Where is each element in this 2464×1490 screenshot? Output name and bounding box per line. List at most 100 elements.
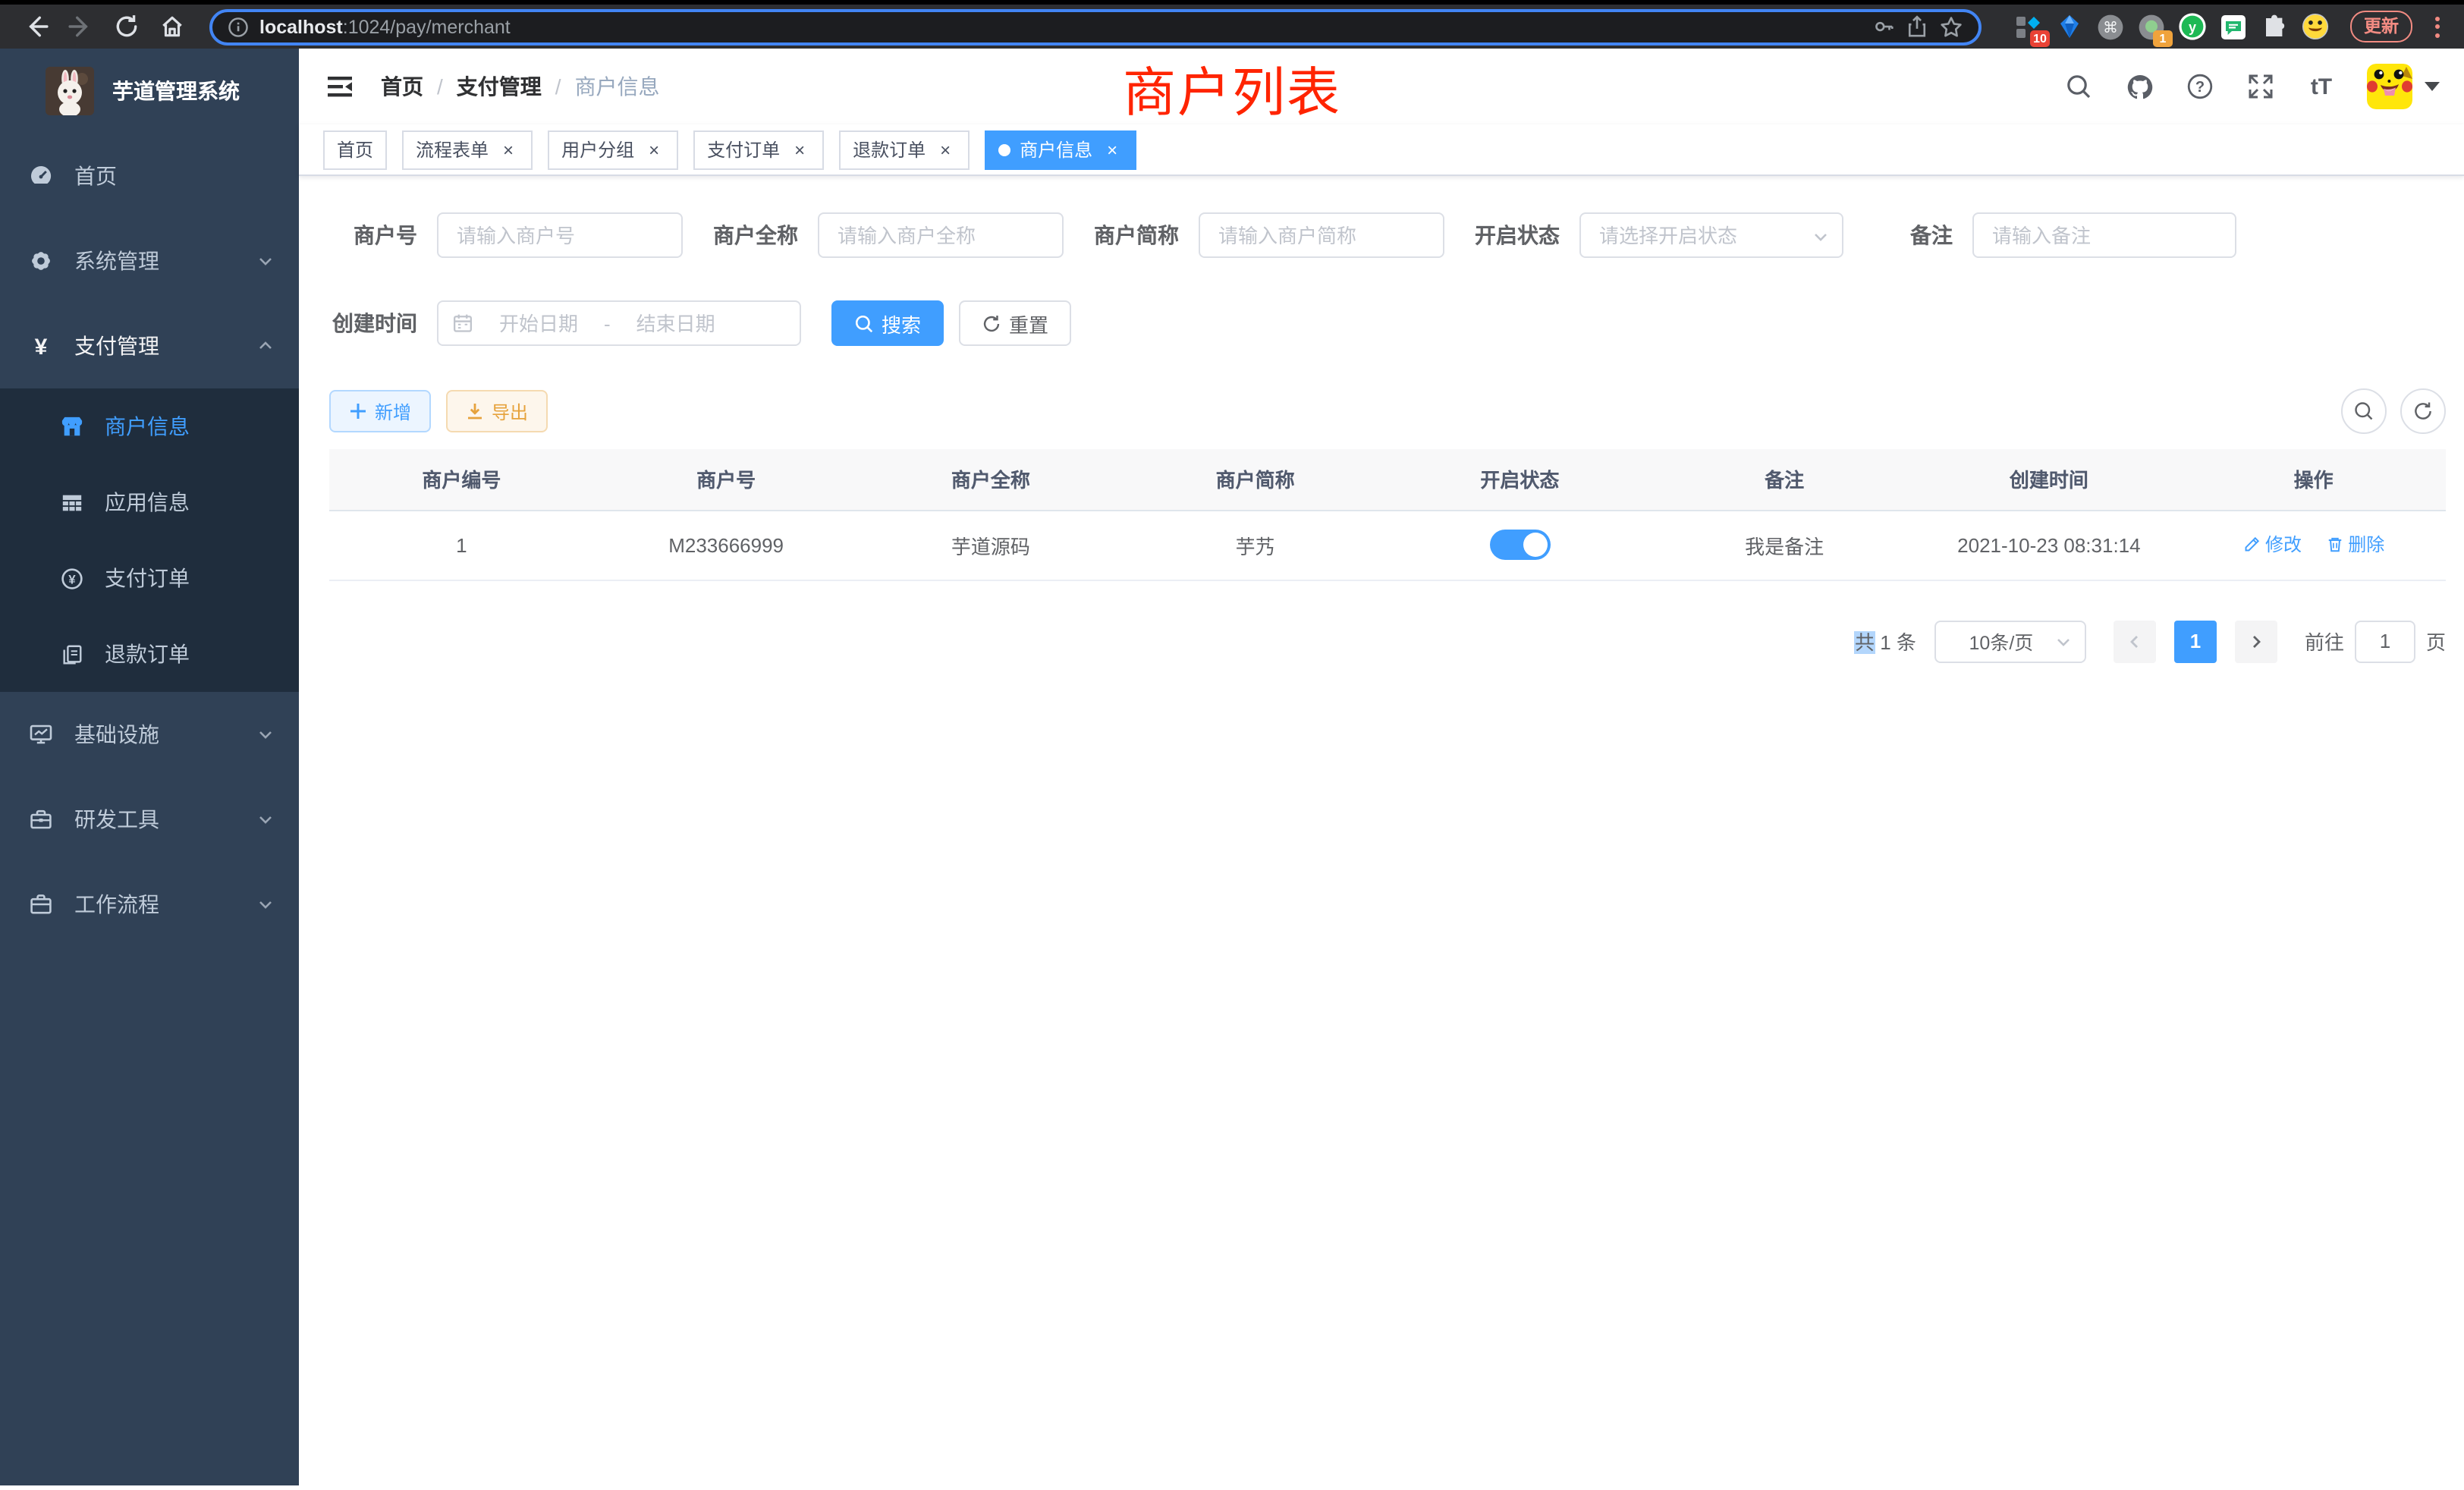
- tab-pay-order[interactable]: 支付订单×: [693, 130, 824, 169]
- browser-forward-icon[interactable]: [61, 8, 100, 45]
- field-label: 商户简称: [1094, 220, 1179, 250]
- close-icon[interactable]: ×: [935, 139, 956, 160]
- tab-refund-order[interactable]: 退款订单×: [839, 130, 970, 169]
- full-name-input[interactable]: [818, 212, 1064, 258]
- share-icon[interactable]: [1906, 15, 1928, 38]
- status-select[interactable]: [1579, 212, 1843, 258]
- tab-process-form[interactable]: 流程表单×: [402, 130, 533, 169]
- col-create-time: 创建时间: [1917, 449, 2182, 510]
- page-size-value[interactable]: [1934, 620, 2086, 662]
- next-page-button[interactable]: [2235, 620, 2277, 662]
- search-button-label: 搜索: [882, 309, 921, 338]
- field-short-name: 商户简称: [1094, 212, 1444, 258]
- prev-page-button[interactable]: [2114, 620, 2156, 662]
- short-name-input[interactable]: [1199, 212, 1444, 258]
- sidebar: 芋道管理系统 首页 系统管理 ¥ 支付管理: [0, 49, 299, 1485]
- site-info-icon[interactable]: [228, 16, 249, 37]
- monitor-chart-icon: [29, 722, 53, 747]
- extension-status-dot-icon[interactable]: 1: [2138, 13, 2165, 40]
- password-key-icon[interactable]: [1872, 15, 1895, 38]
- svg-text:¥: ¥: [68, 571, 76, 586]
- sidebar-item-home[interactable]: 首页: [0, 134, 299, 218]
- sidebar-item-pay-order[interactable]: ¥ 支付订单: [0, 540, 299, 616]
- edit-link[interactable]: 修改: [2242, 532, 2302, 558]
- sidebar-item-refund-order[interactable]: 退款订单: [0, 616, 299, 692]
- delete-link[interactable]: 删除: [2325, 532, 2384, 558]
- extension-y-icon[interactable]: y: [2179, 13, 2206, 40]
- sidebar-fold-icon[interactable]: [323, 70, 357, 103]
- goto-page-input[interactable]: [2355, 620, 2415, 662]
- sidebar-item-label: 支付订单: [105, 563, 190, 593]
- tab-label: 首页: [337, 137, 373, 162]
- sidebar-item-devtools[interactable]: 研发工具: [0, 777, 299, 862]
- app-logo[interactable]: 芋道管理系统: [0, 49, 299, 134]
- search-button[interactable]: 搜索: [831, 300, 944, 346]
- bookmark-star-icon[interactable]: [1939, 14, 1963, 39]
- chevron-down-icon: [256, 252, 275, 270]
- page-number-active[interactable]: 1: [2174, 620, 2217, 662]
- toggle-search-button[interactable]: [2341, 388, 2387, 434]
- refresh-button[interactable]: [2400, 388, 2446, 434]
- date-range-picker[interactable]: -: [437, 300, 801, 346]
- breadcrumb-home[interactable]: 首页: [381, 71, 423, 102]
- remark-input[interactable]: [1972, 212, 2236, 258]
- github-icon[interactable]: [2124, 71, 2154, 102]
- sidebar-item-system[interactable]: 系统管理: [0, 218, 299, 303]
- browser-reload-icon[interactable]: [106, 8, 146, 45]
- breadcrumb-pay[interactable]: 支付管理: [457, 71, 542, 102]
- sidebar-item-pay[interactable]: ¥ 支付管理: [0, 303, 299, 388]
- user-menu[interactable]: [2367, 64, 2440, 109]
- browser-menu-icon[interactable]: [2425, 11, 2449, 42]
- status-toggle[interactable]: [1489, 530, 1550, 560]
- font-size-icon[interactable]: tT: [2306, 71, 2337, 102]
- status-select-input[interactable]: [1579, 212, 1843, 258]
- close-icon[interactable]: ×: [1102, 139, 1123, 160]
- avatar[interactable]: [2367, 64, 2412, 109]
- extension-grid-diamond-icon[interactable]: 10: [2015, 13, 2042, 40]
- page-size-select[interactable]: [1934, 620, 2086, 662]
- reset-button-label: 重置: [1009, 309, 1048, 338]
- extension-emoji-icon[interactable]: [2302, 13, 2329, 40]
- export-button[interactable]: 导出: [446, 390, 548, 432]
- fullscreen-icon[interactable]: [2246, 71, 2276, 102]
- table-row: 1 M233666999 芋道源码 芋艿 我是备注 2021-10-23 08:…: [329, 510, 2446, 580]
- extension-chat-icon[interactable]: [2220, 13, 2247, 40]
- add-button[interactable]: 新增: [329, 390, 431, 432]
- extension-sketch-icon[interactable]: [2056, 13, 2083, 40]
- active-tab-dot: [998, 143, 1010, 156]
- browser-back-icon[interactable]: [15, 8, 55, 45]
- sidebar-item-merchant-info[interactable]: 商户信息: [0, 388, 299, 464]
- cell-full-name: 芋道源码: [859, 510, 1124, 580]
- address-bar[interactable]: localhost:1024/pay/merchant: [209, 8, 1982, 45]
- close-icon[interactable]: ×: [498, 139, 519, 160]
- close-icon[interactable]: ×: [789, 139, 810, 160]
- toggle-knob: [1523, 533, 1547, 557]
- chevron-down-icon: [2425, 82, 2440, 91]
- delete-link-label: 删除: [2348, 532, 2384, 558]
- logo-rabbit-image: [46, 67, 94, 115]
- merchant-no-input[interactable]: [437, 212, 683, 258]
- cell-remark: 我是备注: [1652, 510, 1917, 580]
- reset-button[interactable]: 重置: [959, 300, 1071, 346]
- close-icon[interactable]: ×: [643, 139, 665, 160]
- sidebar-item-label: 商户信息: [105, 411, 190, 442]
- col-full-name: 商户全称: [859, 449, 1124, 510]
- chrome-update-button[interactable]: 更新: [2350, 11, 2412, 42]
- tab-user-group[interactable]: 用户分组 ×: [548, 130, 678, 169]
- tab-merchant-info[interactable]: 商户信息×: [985, 130, 1136, 169]
- tab-home[interactable]: 首页: [323, 130, 387, 169]
- table-toolbar: 新增 导出: [329, 388, 2446, 434]
- start-date-input[interactable]: [484, 312, 593, 335]
- tab-label: 用户分组: [561, 137, 634, 162]
- search-icon[interactable]: [2063, 71, 2094, 102]
- field-label: 开启状态: [1475, 220, 1560, 250]
- extension-command-icon[interactable]: ⌘: [2097, 13, 2124, 40]
- browser-home-icon[interactable]: [152, 8, 191, 45]
- help-icon[interactable]: ?: [2185, 71, 2215, 102]
- chevron-down-icon: [256, 810, 275, 828]
- sidebar-item-app-info[interactable]: 应用信息: [0, 464, 299, 540]
- end-date-input[interactable]: [621, 312, 731, 335]
- sidebar-item-infra[interactable]: 基础设施: [0, 692, 299, 777]
- sidebar-item-workflow[interactable]: 工作流程: [0, 862, 299, 947]
- extensions-puzzle-icon[interactable]: [2261, 13, 2288, 40]
